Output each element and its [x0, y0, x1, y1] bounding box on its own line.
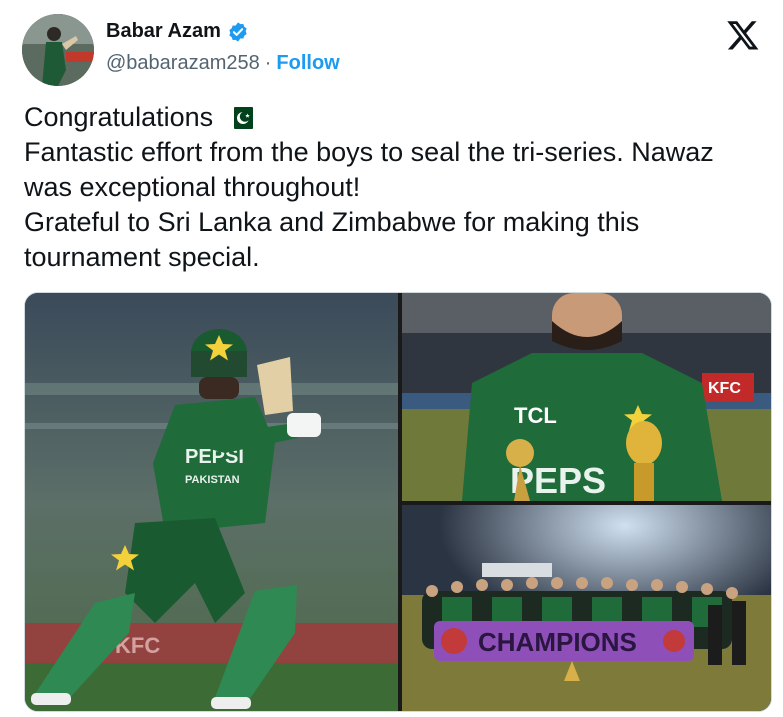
tweet-line-1: Congratulations — [24, 100, 764, 135]
x-logo-icon[interactable] — [726, 18, 760, 52]
tweet-text: Congratulations Fantastic effort from th… — [24, 100, 764, 275]
board-kfc-text: KFC — [708, 380, 741, 397]
tweet-line-2: Fantastic effort from the boys to seal t… — [24, 137, 714, 167]
photo-player-trophy[interactable]: KFC TCL PEPS — [402, 293, 771, 501]
sponsor-text: TCL — [514, 403, 557, 428]
photo-team-champions[interactable]: CHAMPIONS — [402, 505, 771, 711]
banner-text: CHAMPIONS — [478, 627, 637, 657]
pakistan-flag-icon — [227, 107, 254, 129]
author-avatar[interactable] — [22, 14, 94, 86]
media-grid: KFC PEPSI PAKISTAN KFC TCL PEPS CHAMPION… — [24, 292, 772, 712]
verified-badge-icon — [229, 21, 247, 42]
author-display-name[interactable]: Babar Azam — [106, 20, 221, 43]
tweet-line-5: tournament special. — [24, 242, 260, 272]
author-name-row: Babar Azam — [106, 20, 249, 43]
tweet-line-3: was exceptional throughout! — [24, 172, 361, 202]
photo-batsman[interactable]: KFC PEPSI PAKISTAN — [25, 293, 398, 711]
follow-button[interactable]: Follow — [276, 52, 339, 75]
tweet-header: Babar Azam @babarazam258 · Follow — [22, 14, 762, 86]
author-handle-row: @babarazam258 · Follow — [106, 52, 340, 75]
separator-dot: · — [264, 52, 272, 74]
tweet-line-4: Grateful to Sri Lanka and Zimbabwe for m… — [24, 207, 640, 237]
jersey-sub-text: PAKISTAN — [185, 474, 240, 486]
author-handle[interactable]: @babarazam258 — [106, 52, 260, 75]
